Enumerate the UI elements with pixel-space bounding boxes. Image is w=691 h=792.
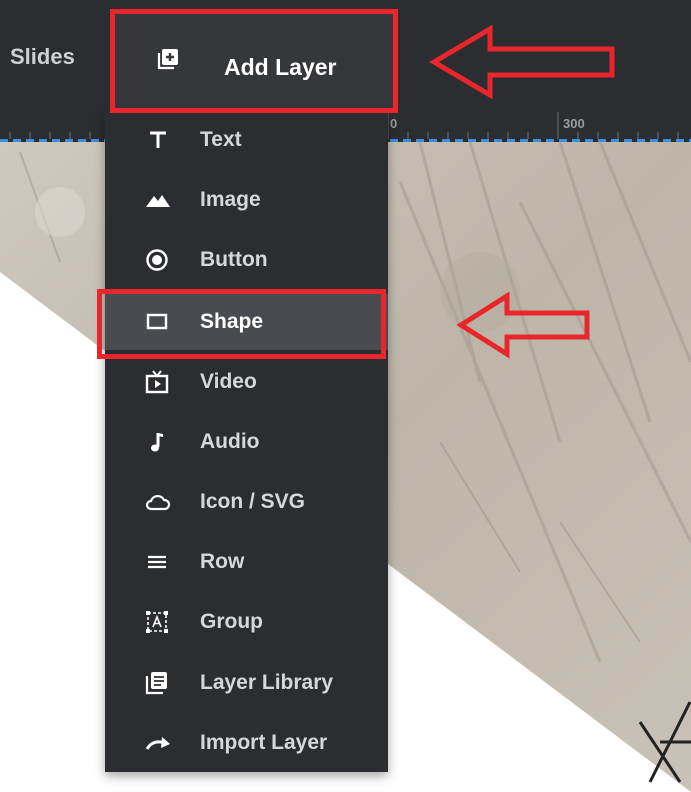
menu-item-group[interactable]: Group (105, 594, 388, 650)
menu-item-label: Audio (200, 430, 260, 453)
menu-item-label: Text (200, 128, 242, 151)
menu-item-label: Button (200, 248, 268, 271)
menu-item-video[interactable]: Video (105, 354, 388, 410)
menu-item-import-layer[interactable]: Import Layer (105, 715, 388, 771)
highlight-box-add-layer (110, 9, 398, 113)
menu-item-label: Group (200, 610, 263, 633)
menu-item-label: Layer Library (200, 671, 334, 694)
menu-item-row[interactable]: Row (105, 534, 388, 590)
menu-item-text[interactable]: Text (105, 112, 388, 168)
menu-item-label: Icon / SVG (200, 490, 306, 513)
menu-item-label: Row (200, 550, 245, 573)
highlight-box-shape (97, 289, 386, 359)
row-icon (148, 555, 166, 569)
menu-item-audio[interactable]: Audio (105, 414, 388, 470)
audio-icon (151, 433, 163, 452)
menu-item-icon-svg[interactable]: Icon / SVG (105, 474, 388, 530)
slides-tab[interactable]: Slides (10, 44, 75, 70)
arrow-left-icon (429, 25, 615, 99)
import-layer-icon (145, 737, 170, 750)
menu-item-label: Image (200, 188, 261, 211)
menu-item-label: Video (200, 370, 257, 393)
button-icon (146, 249, 168, 271)
cloud-icon (145, 494, 171, 511)
video-icon (145, 370, 169, 394)
menu-item-image[interactable]: Image (105, 172, 388, 228)
menu-item-label: Import Layer (200, 731, 328, 754)
ruler-tick-label: 0 (390, 116, 398, 131)
image-icon (146, 195, 170, 207)
layer-library-icon (145, 672, 167, 695)
text-icon (150, 131, 166, 148)
menu-item-button[interactable]: Button (105, 232, 388, 288)
ruler-tick-label: 300 (563, 116, 585, 131)
menu-item-layer-library[interactable]: Layer Library (105, 655, 388, 711)
editor-screenshot: Slides Add Layer 0 300 Text Image Button… (0, 0, 691, 792)
arrow-left-icon (456, 291, 590, 359)
group-icon (146, 611, 168, 633)
add-layer-menu: Text Image Button Shape Video Audio Icon… (105, 112, 388, 772)
